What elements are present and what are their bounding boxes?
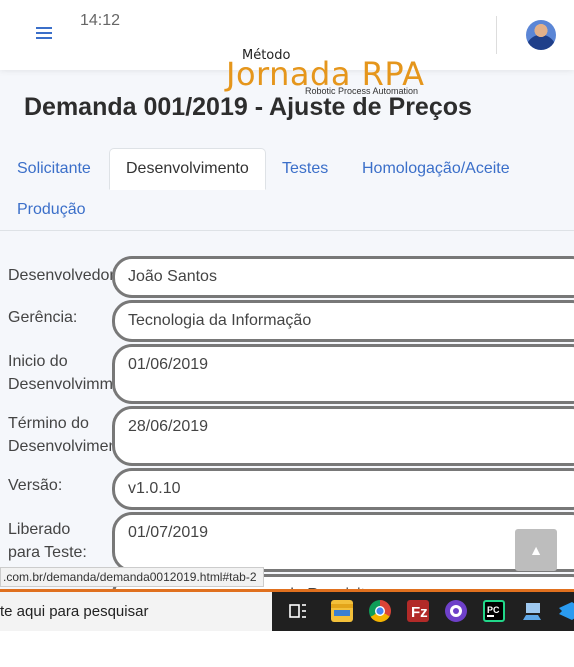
field-desenvolvedor[interactable]: João Santos	[112, 256, 574, 298]
label-liberado-line2: para Teste:	[8, 544, 87, 561]
tabs-divider	[0, 230, 574, 231]
label-versao: Versão:	[8, 477, 63, 494]
svg-text:PC: PC	[487, 605, 500, 615]
clock: 14:12	[80, 12, 121, 29]
hamburger-menu-icon[interactable]	[36, 27, 52, 41]
svg-text:Fz: Fz	[411, 604, 428, 621]
filezilla-icon[interactable]: Fz	[407, 600, 429, 622]
label-gerencia: Gerência:	[8, 309, 78, 326]
field-gerencia[interactable]: Tecnologia da Informação	[112, 300, 574, 342]
tab-desenvolvimento[interactable]: Desenvolvimento	[109, 148, 266, 190]
taskbar: te aqui para pesquisar Fz PC	[0, 589, 574, 631]
label-desenvolvedor: Desenvolvedor:	[8, 267, 120, 284]
page-title: Demanda 001/2019 - Ajuste de Preços	[24, 93, 472, 121]
field-liberado[interactable]: 01/07/2019	[112, 512, 574, 572]
vscode-icon[interactable]	[556, 600, 574, 622]
tab-solicitante[interactable]: Solicitante	[17, 160, 91, 178]
tab-homologacao[interactable]: Homologação/Aceite	[362, 160, 510, 178]
label-liberado-line1: Liberado	[8, 521, 71, 538]
file-explorer-icon[interactable]	[331, 600, 353, 622]
remote-desktop-icon[interactable]	[521, 600, 543, 622]
task-view-icon[interactable]	[287, 600, 309, 622]
pycharm-icon[interactable]: PC	[483, 600, 505, 622]
github-icon[interactable]	[445, 600, 467, 622]
tab-producao[interactable]: Produção	[17, 201, 86, 219]
label-liberado: Liberado para Teste:	[8, 518, 87, 564]
field-termino[interactable]: 28/06/2019	[112, 406, 574, 466]
taskbar-search-input[interactable]: te aqui para pesquisar	[0, 592, 272, 631]
navbar-divider	[496, 16, 497, 54]
scroll-to-top-button[interactable]: ▲	[515, 529, 557, 571]
logo: Método Jornada RPA Robotic Process Autom…	[226, 48, 436, 98]
chrome-icon[interactable]	[369, 600, 391, 622]
user-avatar[interactable]	[526, 20, 556, 50]
chevron-up-icon: ▲	[529, 542, 543, 558]
tab-testes[interactable]: Testes	[282, 160, 328, 178]
status-bar-url: .com.br/demanda/demanda0012019.html#tab-…	[0, 567, 264, 587]
field-versao[interactable]: v1.0.10	[112, 468, 574, 510]
page: 14:12 Método Jornada RPA Robotic Process…	[0, 0, 574, 631]
field-inicio[interactable]: 01/06/2019	[112, 344, 574, 404]
tab-bar: Solicitante Desenvolvimento Testes Homol…	[0, 148, 574, 230]
